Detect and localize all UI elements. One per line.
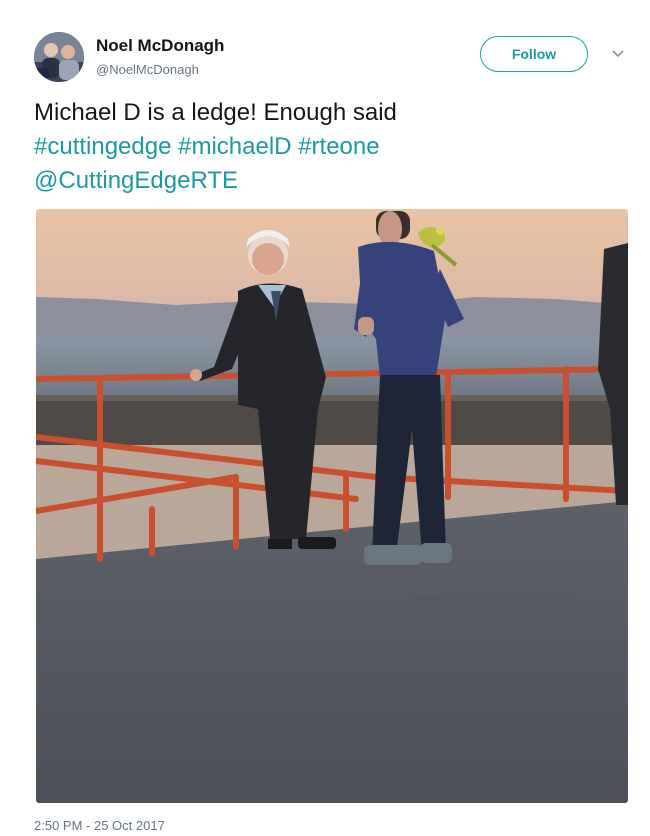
follow-button[interactable]: Follow [480, 36, 588, 72]
author-name[interactable]: Noel McDonagh [96, 36, 224, 56]
mention-link[interactable]: @CuttingEdgeRTE [34, 167, 238, 194]
tweet-header: Noel McDonagh @NoelMcDonagh Follow [34, 30, 634, 86]
hashtag-link[interactable]: #rteone [298, 133, 379, 160]
tweet-photo[interactable] [36, 209, 628, 803]
tweet-body: Michael D is a ledge! Enough said [34, 99, 397, 126]
tweet-card: Noel McDonagh @NoelMcDonagh Follow Micha… [0, 0, 650, 836]
tweet-text: Michael D is a ledge! Enough said #cutti… [34, 96, 624, 198]
tweet-timestamp[interactable]: 2:50 PM - 25 Oct 2017 [34, 818, 165, 833]
chevron-down-icon[interactable] [610, 48, 626, 60]
hashtag-link[interactable]: #michaelD [178, 133, 291, 160]
author-handle[interactable]: @NoelMcDonagh [96, 62, 199, 77]
hashtag-link[interactable]: #cuttingedge [34, 133, 171, 160]
avatar[interactable] [34, 32, 84, 82]
